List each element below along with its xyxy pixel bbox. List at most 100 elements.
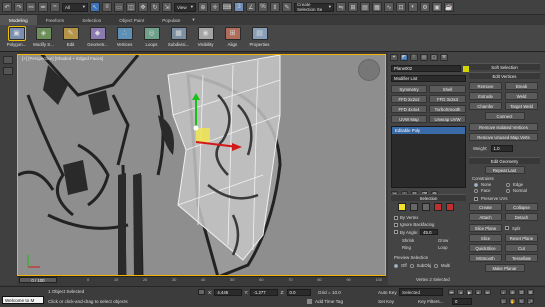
modify-selection-button[interactable]: ◈ Modify S... [30, 26, 57, 51]
select-by-name-icon[interactable]: ≡ [102, 2, 112, 12]
viewport-layout-icon[interactable] [3, 67, 13, 75]
select-scale-icon[interactable]: ⇲ [162, 2, 172, 12]
mirror-icon[interactable]: ⇋ [336, 2, 346, 12]
modifier-ffd2-button[interactable]: FFD 2x2x2 [391, 95, 427, 103]
pivot-center-icon[interactable]: ⊕ [198, 2, 208, 12]
orbit-icon[interactable]: ↻ [518, 298, 525, 304]
constraint-normal-radio[interactable] [506, 188, 510, 193]
graphite-toggle-icon[interactable]: ▦ [372, 2, 382, 12]
modifier-turbosmooth-button[interactable]: TurboSmooth [429, 105, 466, 113]
modifier-unwrap-button[interactable]: Unwrap UVW [429, 115, 466, 123]
tab-populate[interactable]: Populate [153, 15, 189, 25]
snaps-toggle-icon[interactable]: 3 [234, 2, 244, 12]
select-rotate-icon[interactable]: ↻ [150, 2, 160, 12]
tab-selection[interactable]: Selection [73, 15, 110, 25]
make-planar-button[interactable]: Make Planar [484, 264, 525, 272]
soft-selection-rollout-header[interactable]: Soft Selection [469, 63, 540, 70]
pan-icon[interactable]: ✋ [509, 298, 516, 304]
element-mode-icon[interactable] [446, 203, 454, 211]
polygon-modeling-button[interactable]: ▣ Polygon... [3, 26, 30, 51]
reference-coordinate-dropdown[interactable]: View ▾ [174, 2, 196, 12]
visibility-button[interactable]: ◉ Visibility [192, 26, 219, 51]
modifier-ffd3-button[interactable]: FFD 3x3x3 [429, 95, 466, 103]
edit-named-selection-icon[interactable]: ✎ [282, 2, 292, 12]
loops-button[interactable]: ◎ Loops [138, 26, 165, 51]
quickslice-button[interactable]: QuickSlice [469, 244, 502, 252]
by-vertex-checkbox[interactable] [394, 215, 398, 220]
ribbon-options-icon[interactable]: ▾ [189, 15, 197, 25]
split-checkbox[interactable] [505, 226, 509, 230]
motion-tab-icon[interactable]: ◎ [420, 53, 428, 61]
create-tab-icon[interactable]: ✦ [390, 53, 398, 61]
ring-button[interactable]: Ring [402, 245, 411, 250]
spinner-snap-icon[interactable]: ⇕ [270, 2, 280, 12]
viewcube-icon[interactable] [358, 59, 380, 81]
shrink-button[interactable]: Shrink [402, 238, 414, 243]
tab-object-paint[interactable]: Object Paint [110, 15, 153, 25]
play-icon[interactable]: ▶ [466, 289, 473, 295]
tab-modeling[interactable]: Modeling [0, 15, 37, 25]
modifier-symmetry-button[interactable]: Symmetry [391, 85, 427, 93]
viewport-label[interactable]: [+] [Perspective] [Shaded + Edged Faces] [22, 56, 103, 61]
loop-button[interactable]: Loop [438, 245, 448, 250]
add-time-tag-row[interactable]: Add Time Tag [307, 299, 343, 304]
cut-button[interactable]: Cut [505, 244, 538, 252]
preserve-uvs-checkbox[interactable] [474, 196, 478, 201]
time-slider-handle[interactable]: 0 / 100 [19, 277, 57, 283]
remove-isolated-vertices-button[interactable]: Remove Isolated Vertices [469, 123, 538, 131]
preview-subobj-radio[interactable] [409, 263, 414, 268]
current-frame-field[interactable]: 0 [452, 298, 472, 305]
z-coordinate-field[interactable]: 0.0 [286, 289, 311, 296]
modifier-ffd4-button[interactable]: FFD 4x4x4 [391, 105, 427, 113]
connect-button[interactable]: Connect [484, 112, 525, 120]
named-selection-dropdown[interactable]: Create Selection Se ▾ [294, 2, 334, 12]
preview-off-radio[interactable] [394, 263, 398, 268]
constraint-face-radio[interactable] [474, 188, 478, 193]
break-button[interactable]: Break [505, 82, 538, 90]
polygon-mode-icon[interactable] [434, 203, 442, 211]
angle-snap-icon[interactable]: ∠ [246, 2, 256, 12]
grow-button[interactable]: Grow [438, 238, 448, 243]
maxscript-listener[interactable]: Welcome to M [2, 296, 44, 304]
weld-button[interactable]: Weld [505, 92, 538, 100]
selection-rollout-header[interactable]: Selection [391, 194, 466, 201]
subdivision-button[interactable]: ▦ Subdivisi... [165, 26, 192, 51]
perspective-viewport[interactable]: [+] [Perspective] [Shaded + Edged Faces] [17, 54, 386, 276]
select-object-icon[interactable]: ↖ [90, 2, 100, 12]
auto-key-button[interactable]: Auto Key [378, 290, 397, 295]
collapse-button[interactable]: Collapse [505, 203, 538, 211]
constraint-edge-radio[interactable] [506, 182, 510, 187]
slice-button[interactable]: Slice [469, 234, 502, 242]
y-coordinate-field[interactable]: -1.277 [250, 289, 279, 296]
attach-button[interactable]: Attach [469, 213, 502, 221]
weight-field[interactable]: 1.0 [490, 145, 513, 152]
preview-multi-radio[interactable] [434, 263, 438, 268]
align-button[interactable]: ⊞ Align [219, 26, 246, 51]
selection-filter-dropdown[interactable]: All ▾ [62, 2, 88, 12]
modify-tab-icon[interactable]: ◩ [400, 53, 408, 61]
rectangular-selection-icon[interactable]: ▭ [114, 2, 124, 12]
field-of-view-icon[interactable]: ▷ [500, 298, 507, 304]
key-selection-dropdown[interactable]: Selected [399, 288, 443, 296]
chamfer-button[interactable]: Chamfer [469, 102, 502, 110]
timeline[interactable]: 0 10 20 30 40 50 60 70 80 90 100 [17, 276, 386, 285]
edge-mode-icon[interactable] [410, 203, 418, 211]
create-button[interactable]: Create [469, 203, 502, 211]
by-angle-checkbox[interactable] [394, 230, 398, 234]
edit-vertices-rollout-header[interactable]: Edit Vertices [469, 72, 540, 79]
geometry-button[interactable]: ◆ Geometr... [84, 26, 111, 51]
edit-geometry-rollout-header[interactable]: Edit Geometry [469, 157, 540, 164]
select-move-icon[interactable]: ✥ [138, 2, 148, 12]
reset-plane-button[interactable]: Reset Plane [505, 234, 538, 242]
window-crossing-icon[interactable]: ◫ [126, 2, 136, 12]
slice-plane-button[interactable]: Slice Plane [469, 224, 502, 232]
go-to-start-icon[interactable]: ⏮ [448, 289, 455, 295]
zoom-all-icon[interactable]: ⊕ [509, 289, 516, 295]
keyboard-shortcut-icon[interactable]: ⌨ [222, 2, 232, 12]
zoom-extents-icon[interactable]: ⊡ [518, 289, 525, 295]
object-name-field[interactable]: Plane002 [391, 65, 461, 72]
tab-freeform[interactable]: Freeform [37, 15, 74, 25]
select-manipulate-icon[interactable]: ✛ [210, 2, 220, 12]
extrude-button[interactable]: Extrude [469, 92, 502, 100]
redo-icon[interactable]: ↷ [14, 2, 24, 12]
